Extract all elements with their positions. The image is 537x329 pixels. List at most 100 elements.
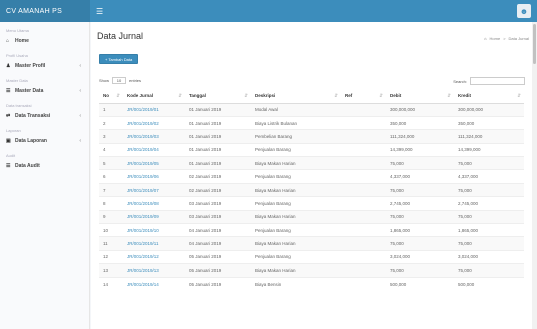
sidebar-item-data-audit[interactable]: ☰ Data Audit (0, 160, 89, 172)
entries-label: entries (129, 78, 142, 83)
sidebar-section-header: Audit (6, 153, 16, 158)
cell-debit: 1,865,000 (386, 223, 454, 237)
column-header-kredit[interactable]: Kredit ⇵ (454, 89, 524, 104)
cell-debit: 111,324,000 (386, 129, 454, 144)
user-icon: ♟ (6, 63, 11, 69)
add-data-button[interactable]: + Tambah Data (99, 54, 139, 64)
column-header-deskripsi[interactable]: Deskripsi ⇵ (251, 89, 341, 104)
cell-no: 6 (99, 169, 123, 184)
cell-no: 10 (99, 223, 123, 237)
column-header-tanggal[interactable]: Tanggal ⇵ (185, 89, 251, 104)
table-row[interactable]: 4 JR/001/2019/04 01 Januari 2019 Penjualan … (99, 142, 524, 157)
cell-debit: 300,000,000 (386, 102, 454, 117)
cell-kode-jurnal[interactable]: JR/001/2019/07 (123, 182, 185, 197)
folder-icon: ▣ (6, 138, 11, 144)
cell-debit: 14,399,000 (386, 142, 454, 157)
cell-debit: 4,337,000 (386, 169, 454, 184)
cell-deskripsi: Penjualan Barang (251, 169, 341, 184)
cell-deskripsi: Penjualan Barang (251, 249, 341, 264)
sidebar-item-data-laporan[interactable]: ▣ Data Laporan ‹ (0, 135, 89, 147)
scrollbar-thumb[interactable] (533, 24, 536, 64)
table-row[interactable]: 14 JR/001/2019/14 05 Januari 2019 Biaya Ben… (99, 276, 524, 291)
breadcrumb: ⌂ Home > Data Jurnal (484, 36, 529, 41)
column-header-kode[interactable]: Kode Jurnal ⇵ (123, 89, 185, 104)
cell-ref (341, 236, 386, 251)
table-row[interactable]: 9 JR/001/2019/09 03 Januari 2019 Biaya Maka… (99, 209, 524, 224)
table-row[interactable]: 10 JR/001/2019/10 04 Januari 2019 Penjualan… (99, 223, 524, 237)
sidebar-section-header: Profil Usaha (6, 53, 28, 58)
cell-kode-jurnal[interactable]: JR/001/2019/05 (123, 156, 185, 170)
cell-tanggal: 01 Januari 2019 (185, 129, 251, 144)
table-row[interactable]: 6 JR/001/2019/06 02 Januari 2019 Penjualan … (99, 169, 524, 184)
cell-kredit: 75,000 (454, 236, 524, 251)
cell-no: 2 (99, 115, 123, 130)
cell-kode-jurnal[interactable]: JR/001/2019/03 (123, 129, 185, 144)
cell-deskripsi: Biaya Bensin (251, 276, 341, 291)
column-header-ref[interactable]: Ref ⇵ (341, 89, 386, 104)
table-row[interactable]: 2 JR/001/2019/02 01 Januari 2019 Biaya List… (99, 115, 524, 130)
sort-icon: ⇵ (517, 93, 521, 99)
cell-no: 3 (99, 129, 123, 144)
search-input[interactable] (470, 77, 525, 85)
cell-ref (341, 196, 386, 211)
cell-kode-jurnal[interactable]: JR/001/2019/09 (123, 209, 185, 224)
cell-kredit: 1,865,000 (454, 223, 524, 237)
exchange-icon: ⇄ (6, 113, 11, 119)
cell-kode-jurnal[interactable]: JR/001/2019/10 (123, 223, 185, 237)
cell-no: 5 (99, 156, 123, 170)
table-row[interactable]: 5 JR/001/2019/05 01 Januari 2019 Biaya Maka… (99, 156, 524, 170)
cell-no: 11 (99, 236, 123, 251)
hamburger-icon[interactable]: ☰ (96, 7, 103, 16)
breadcrumb-home[interactable]: Home (490, 36, 501, 41)
sidebar-item-master-profil[interactable]: ♟ Master Profil ‹ (0, 60, 89, 72)
table-row[interactable]: 11 JR/001/2019/11 04 Januari 2019 Biaya Mak… (99, 236, 524, 251)
cell-tanggal: 01 Januari 2019 (185, 142, 251, 157)
table-row[interactable]: 7 JR/001/2019/07 02 Januari 2019 Biaya Maka… (99, 182, 524, 197)
entries-select[interactable]: 10 (112, 77, 127, 84)
table-header-row: No ⇵ Kode Jurnal ⇵ Tanggal ⇵ Deskripsi ⇵ Ref… (99, 89, 524, 104)
table-row[interactable]: 8 JR/001/2019/08 03 Januari 2019 Penjualan … (99, 196, 524, 211)
cell-ref (341, 223, 386, 237)
cell-kode-jurnal[interactable]: JR/001/2019/01 (123, 102, 185, 117)
home-icon: ⌂ (484, 36, 487, 41)
cell-deskripsi: Biaya Makan Harian (251, 263, 341, 278)
table-row[interactable]: 3 JR/001/2019/03 01 Januari 2019 Pembelian … (99, 129, 524, 144)
cell-deskripsi: Penjualan Barang (251, 223, 341, 237)
sidebar-item-data-transaksi[interactable]: ⇄ Data Transaksi ‹ (0, 110, 89, 122)
column-header-no[interactable]: No ⇵ (99, 89, 123, 104)
cell-kredit: 75,000 (454, 156, 524, 170)
sidebar-item-label: Master Data (15, 88, 44, 94)
cell-kode-jurnal[interactable]: JR/001/2019/02 (123, 115, 185, 130)
cell-kode-jurnal[interactable]: JR/001/2019/12 (123, 249, 185, 264)
cell-kode-jurnal[interactable]: JR/001/2019/14 (123, 276, 185, 291)
cell-ref (341, 249, 386, 264)
page-scrollbar[interactable] (532, 22, 537, 329)
cell-kode-jurnal[interactable]: JR/001/2019/08 (123, 196, 185, 211)
sidebar-item-master-data[interactable]: ☰ Master Data ‹ (0, 85, 89, 97)
column-header-debit[interactable]: Debit ⇵ (386, 89, 454, 104)
sidebar-item-label: Home (15, 38, 29, 44)
sort-icon: ⇵ (244, 93, 248, 99)
cell-kode-jurnal[interactable]: JR/001/2019/04 (123, 142, 185, 157)
cell-tanggal: 01 Januari 2019 (185, 102, 251, 117)
sidebar-item-home[interactable]: ⌂ Home (0, 35, 89, 47)
cell-kode-jurnal[interactable]: JR/001/2019/11 (123, 236, 185, 251)
user-avatar-icon[interactable]: ☻ (517, 4, 531, 18)
cell-debit: 3,024,000 (386, 249, 454, 264)
cell-deskripsi: Biaya Makan Harian (251, 156, 341, 170)
sidebar-section-header: Menu Utama (6, 28, 29, 33)
table-body: 1 JR/001/2019/01 01 Januari 2019 Modal Awal… (99, 102, 524, 291)
cell-tanggal: 03 Januari 2019 (185, 196, 251, 211)
show-label: Show (99, 78, 110, 83)
table-row[interactable]: 1 JR/001/2019/01 01 Januari 2019 Modal Awal… (99, 102, 524, 117)
app-brand[interactable]: CV AMANAH PS (0, 0, 90, 22)
cell-kode-jurnal[interactable]: JR/001/2019/13 (123, 263, 185, 278)
cell-ref (341, 156, 386, 170)
chevron-left-icon: ‹ (79, 88, 81, 94)
table-row[interactable]: 13 JR/001/2019/13 05 Januari 2019 Biaya Mak… (99, 263, 524, 278)
sidebar-item-label: Data Laporan (15, 138, 47, 144)
sort-icon: ⇵ (116, 93, 120, 99)
cell-kode-jurnal[interactable]: JR/001/2019/06 (123, 169, 185, 184)
cell-deskripsi: Biaya Listrik Bulanan (251, 115, 341, 130)
table-row[interactable]: 12 JR/001/2019/12 05 Januari 2019 Penjualan… (99, 249, 524, 264)
